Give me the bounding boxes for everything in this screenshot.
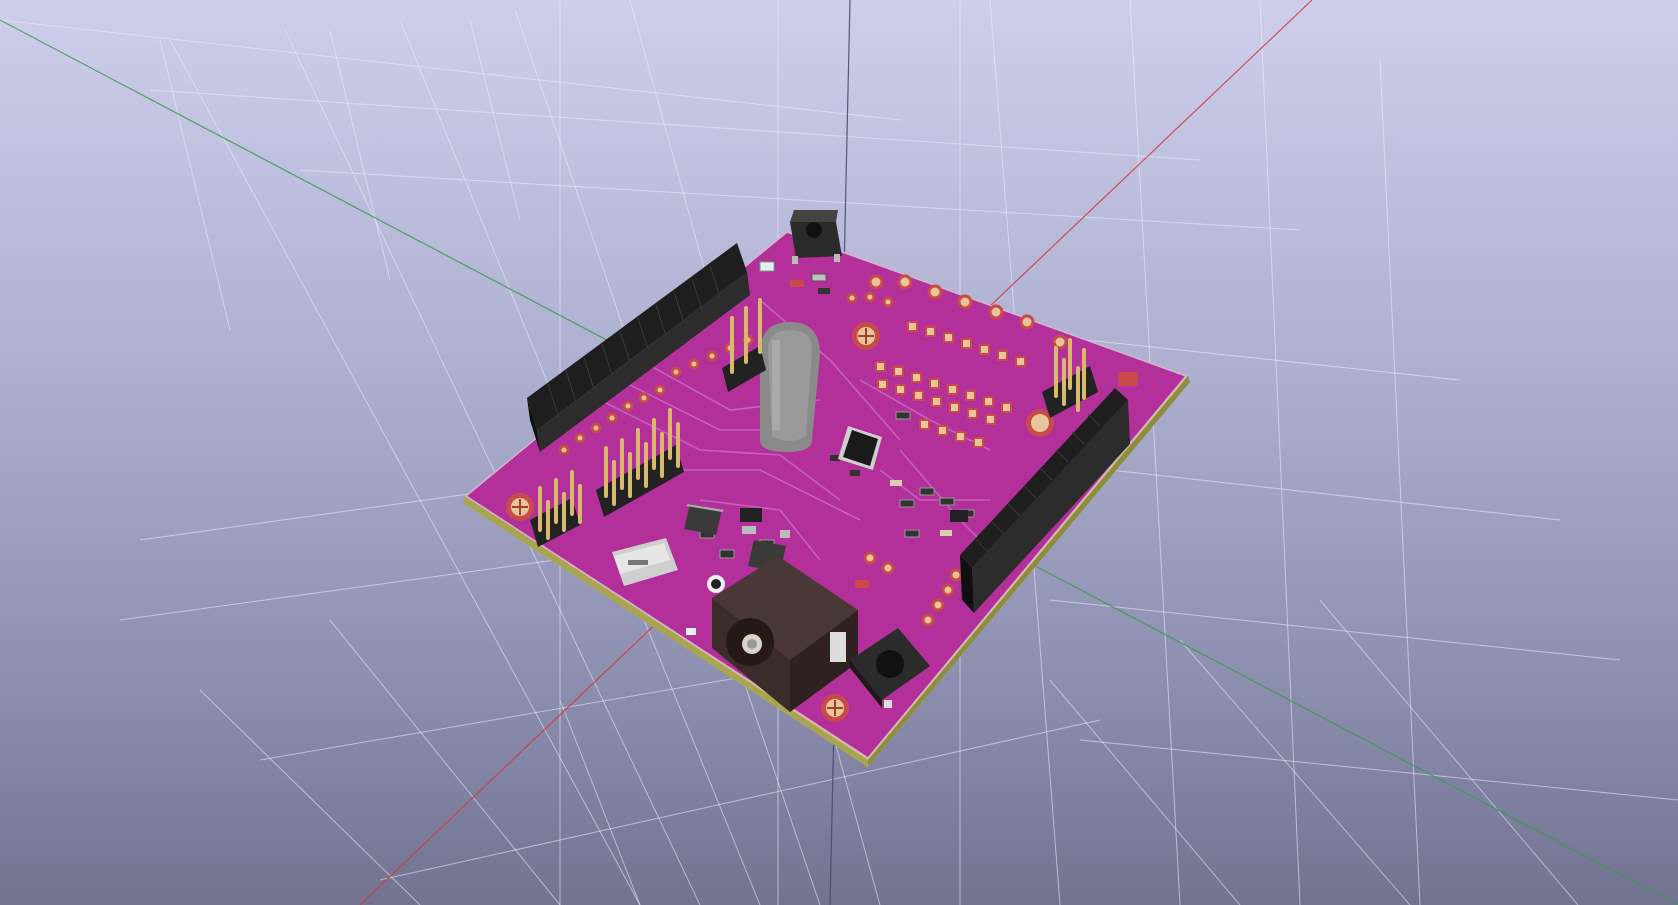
crystal [760,322,820,452]
3d-scene[interactable] [0,0,1678,905]
pcb-board[interactable] [463,210,1190,767]
led [759,261,775,272]
3d-viewport[interactable] [0,0,1678,905]
reset-button-top [790,210,842,264]
